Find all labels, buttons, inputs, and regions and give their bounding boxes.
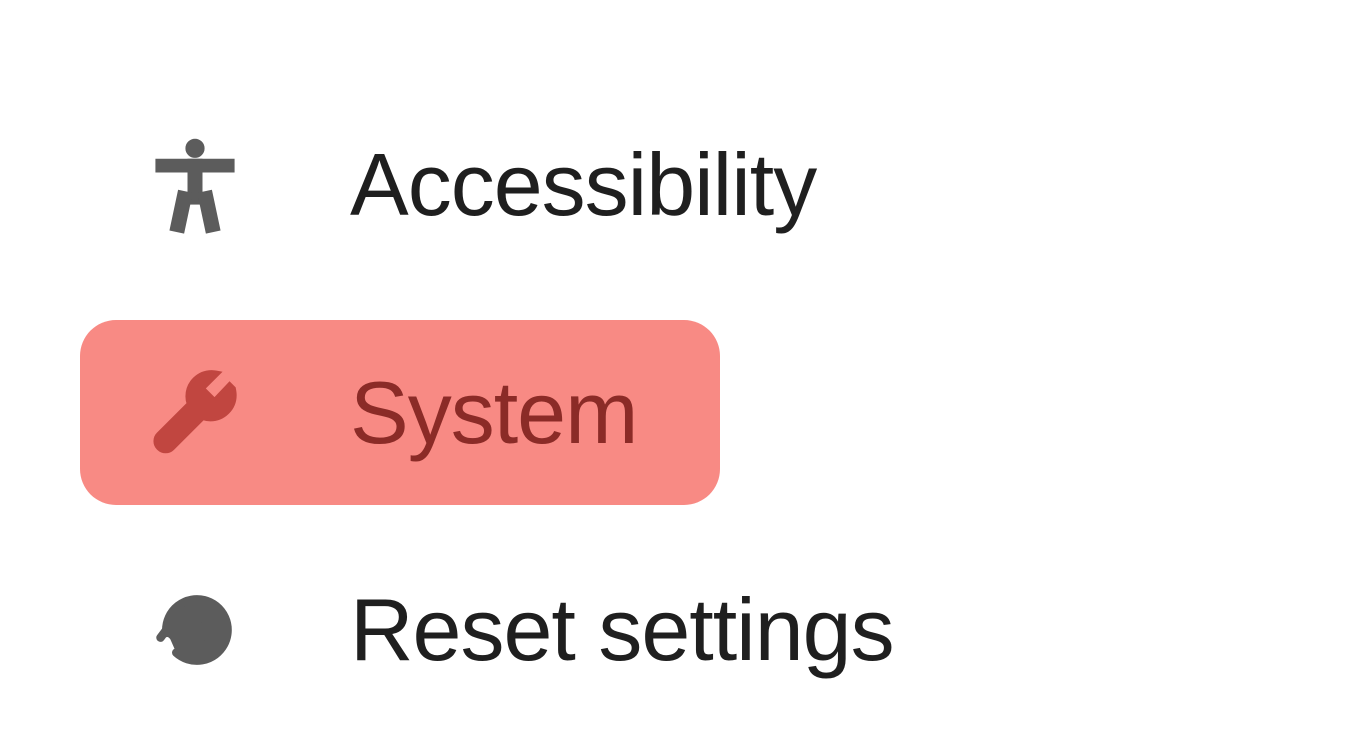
settings-menu: Accessibility System Reset settings <box>0 0 1366 705</box>
menu-item-accessibility[interactable]: Accessibility <box>80 110 720 260</box>
menu-item-label: Reset settings <box>350 586 894 674</box>
wrench-icon <box>140 358 250 468</box>
menu-item-reset-settings[interactable]: Reset settings <box>80 555 720 705</box>
menu-item-label: System <box>350 369 637 457</box>
menu-item-label: Accessibility <box>350 141 816 229</box>
history-icon <box>140 575 250 685</box>
menu-item-system[interactable]: System <box>80 320 720 505</box>
accessibility-icon <box>140 130 250 240</box>
